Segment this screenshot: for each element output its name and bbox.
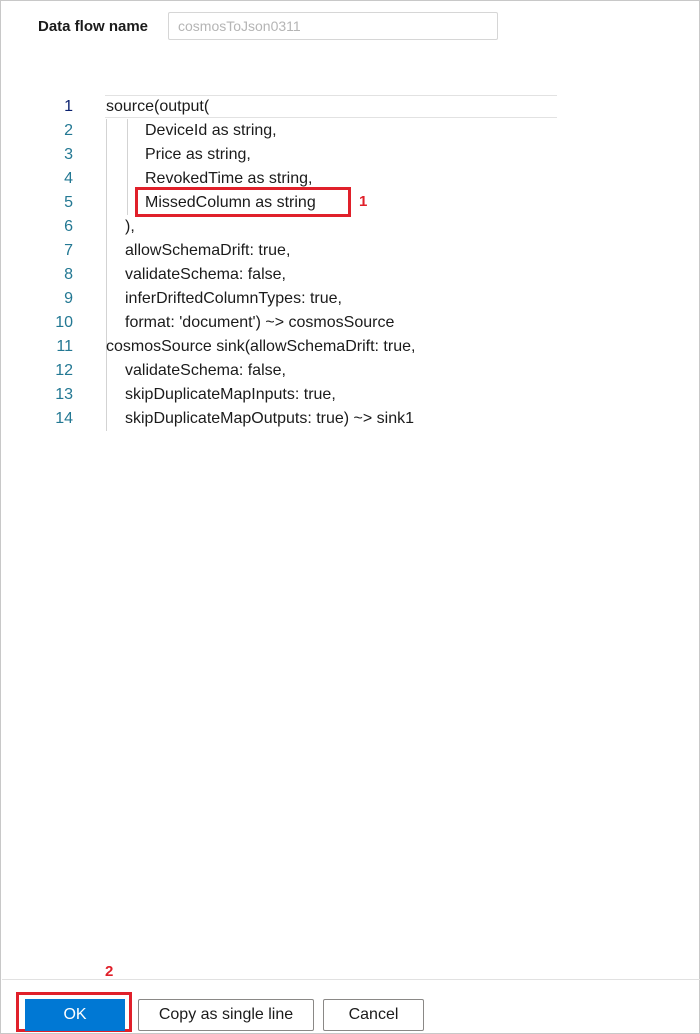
line-text: skipDuplicateMapOutputs: true) ~> sink1 bbox=[125, 410, 415, 427]
line-number: 11 bbox=[56, 338, 73, 355]
code-line-6: 6 ), bbox=[41, 215, 557, 239]
line-number: 10 bbox=[55, 314, 73, 331]
data-flow-name-label: Data flow name bbox=[38, 18, 149, 35]
annotation-number-2: 2 bbox=[105, 963, 114, 980]
line-text: validateSchema: false, bbox=[125, 362, 286, 379]
line-number: 3 bbox=[64, 146, 73, 163]
line-text: inferDriftedColumnTypes: true, bbox=[125, 290, 342, 307]
line-number: 13 bbox=[55, 386, 73, 403]
line-number: 5 bbox=[64, 194, 73, 211]
line-text: skipDuplicateMapInputs: true, bbox=[125, 386, 336, 403]
code-line-8: 8 validateSchema: false, bbox=[41, 263, 557, 287]
line-text: cosmosSource sink(allowSchemaDrift: true… bbox=[106, 338, 416, 355]
line-number: 8 bbox=[64, 266, 73, 283]
dialog-panel: Data flow name 1 source(output( 2 Device… bbox=[0, 0, 700, 1034]
code-line-9: 9 inferDriftedColumnTypes: true, bbox=[41, 287, 557, 311]
line-text: DeviceId as string, bbox=[145, 122, 277, 139]
code-line-11: 11 cosmosSource sink(allowSchemaDrift: t… bbox=[41, 335, 557, 359]
code-line-3: 3 Price as string, bbox=[41, 143, 557, 167]
line-number: 12 bbox=[55, 362, 73, 379]
annotation-highlight-1 bbox=[135, 187, 351, 217]
code-line-1: 1 source(output( bbox=[41, 95, 557, 119]
line-number: 7 bbox=[64, 242, 73, 259]
line-number: 1 bbox=[64, 98, 73, 115]
code-line-7: 7 allowSchemaDrift: true, bbox=[41, 239, 557, 263]
code-line-14: 14 skipDuplicateMapOutputs: true) ~> sin… bbox=[41, 407, 557, 431]
cancel-button[interactable]: Cancel bbox=[323, 999, 424, 1031]
line-text: ), bbox=[125, 218, 135, 235]
line-number: 2 bbox=[64, 122, 73, 139]
line-number: 4 bbox=[64, 170, 73, 187]
script-editor[interactable]: 1 source(output( 2 DeviceId as string, 3… bbox=[41, 95, 557, 435]
line-text: Price as string, bbox=[145, 146, 251, 163]
code-line-12: 12 validateSchema: false, bbox=[41, 359, 557, 383]
line-number: 14 bbox=[55, 410, 73, 427]
line-text: allowSchemaDrift: true, bbox=[125, 242, 291, 259]
line-number: 9 bbox=[64, 290, 73, 307]
code-line-10: 10 format: 'document') ~> cosmosSource bbox=[41, 311, 557, 335]
line-text: validateSchema: false, bbox=[125, 266, 286, 283]
ok-button[interactable]: OK bbox=[25, 999, 125, 1031]
code-line-2: 2 DeviceId as string, bbox=[41, 119, 557, 143]
data-flow-name-input[interactable] bbox=[168, 12, 498, 40]
annotation-number-1: 1 bbox=[359, 193, 368, 210]
line-number: 6 bbox=[64, 218, 73, 235]
line-text: source(output( bbox=[106, 98, 210, 115]
line-text: format: 'document') ~> cosmosSource bbox=[125, 314, 395, 331]
copy-as-single-line-button[interactable]: Copy as single line bbox=[138, 999, 314, 1031]
code-line-13: 13 skipDuplicateMapInputs: true, bbox=[41, 383, 557, 407]
